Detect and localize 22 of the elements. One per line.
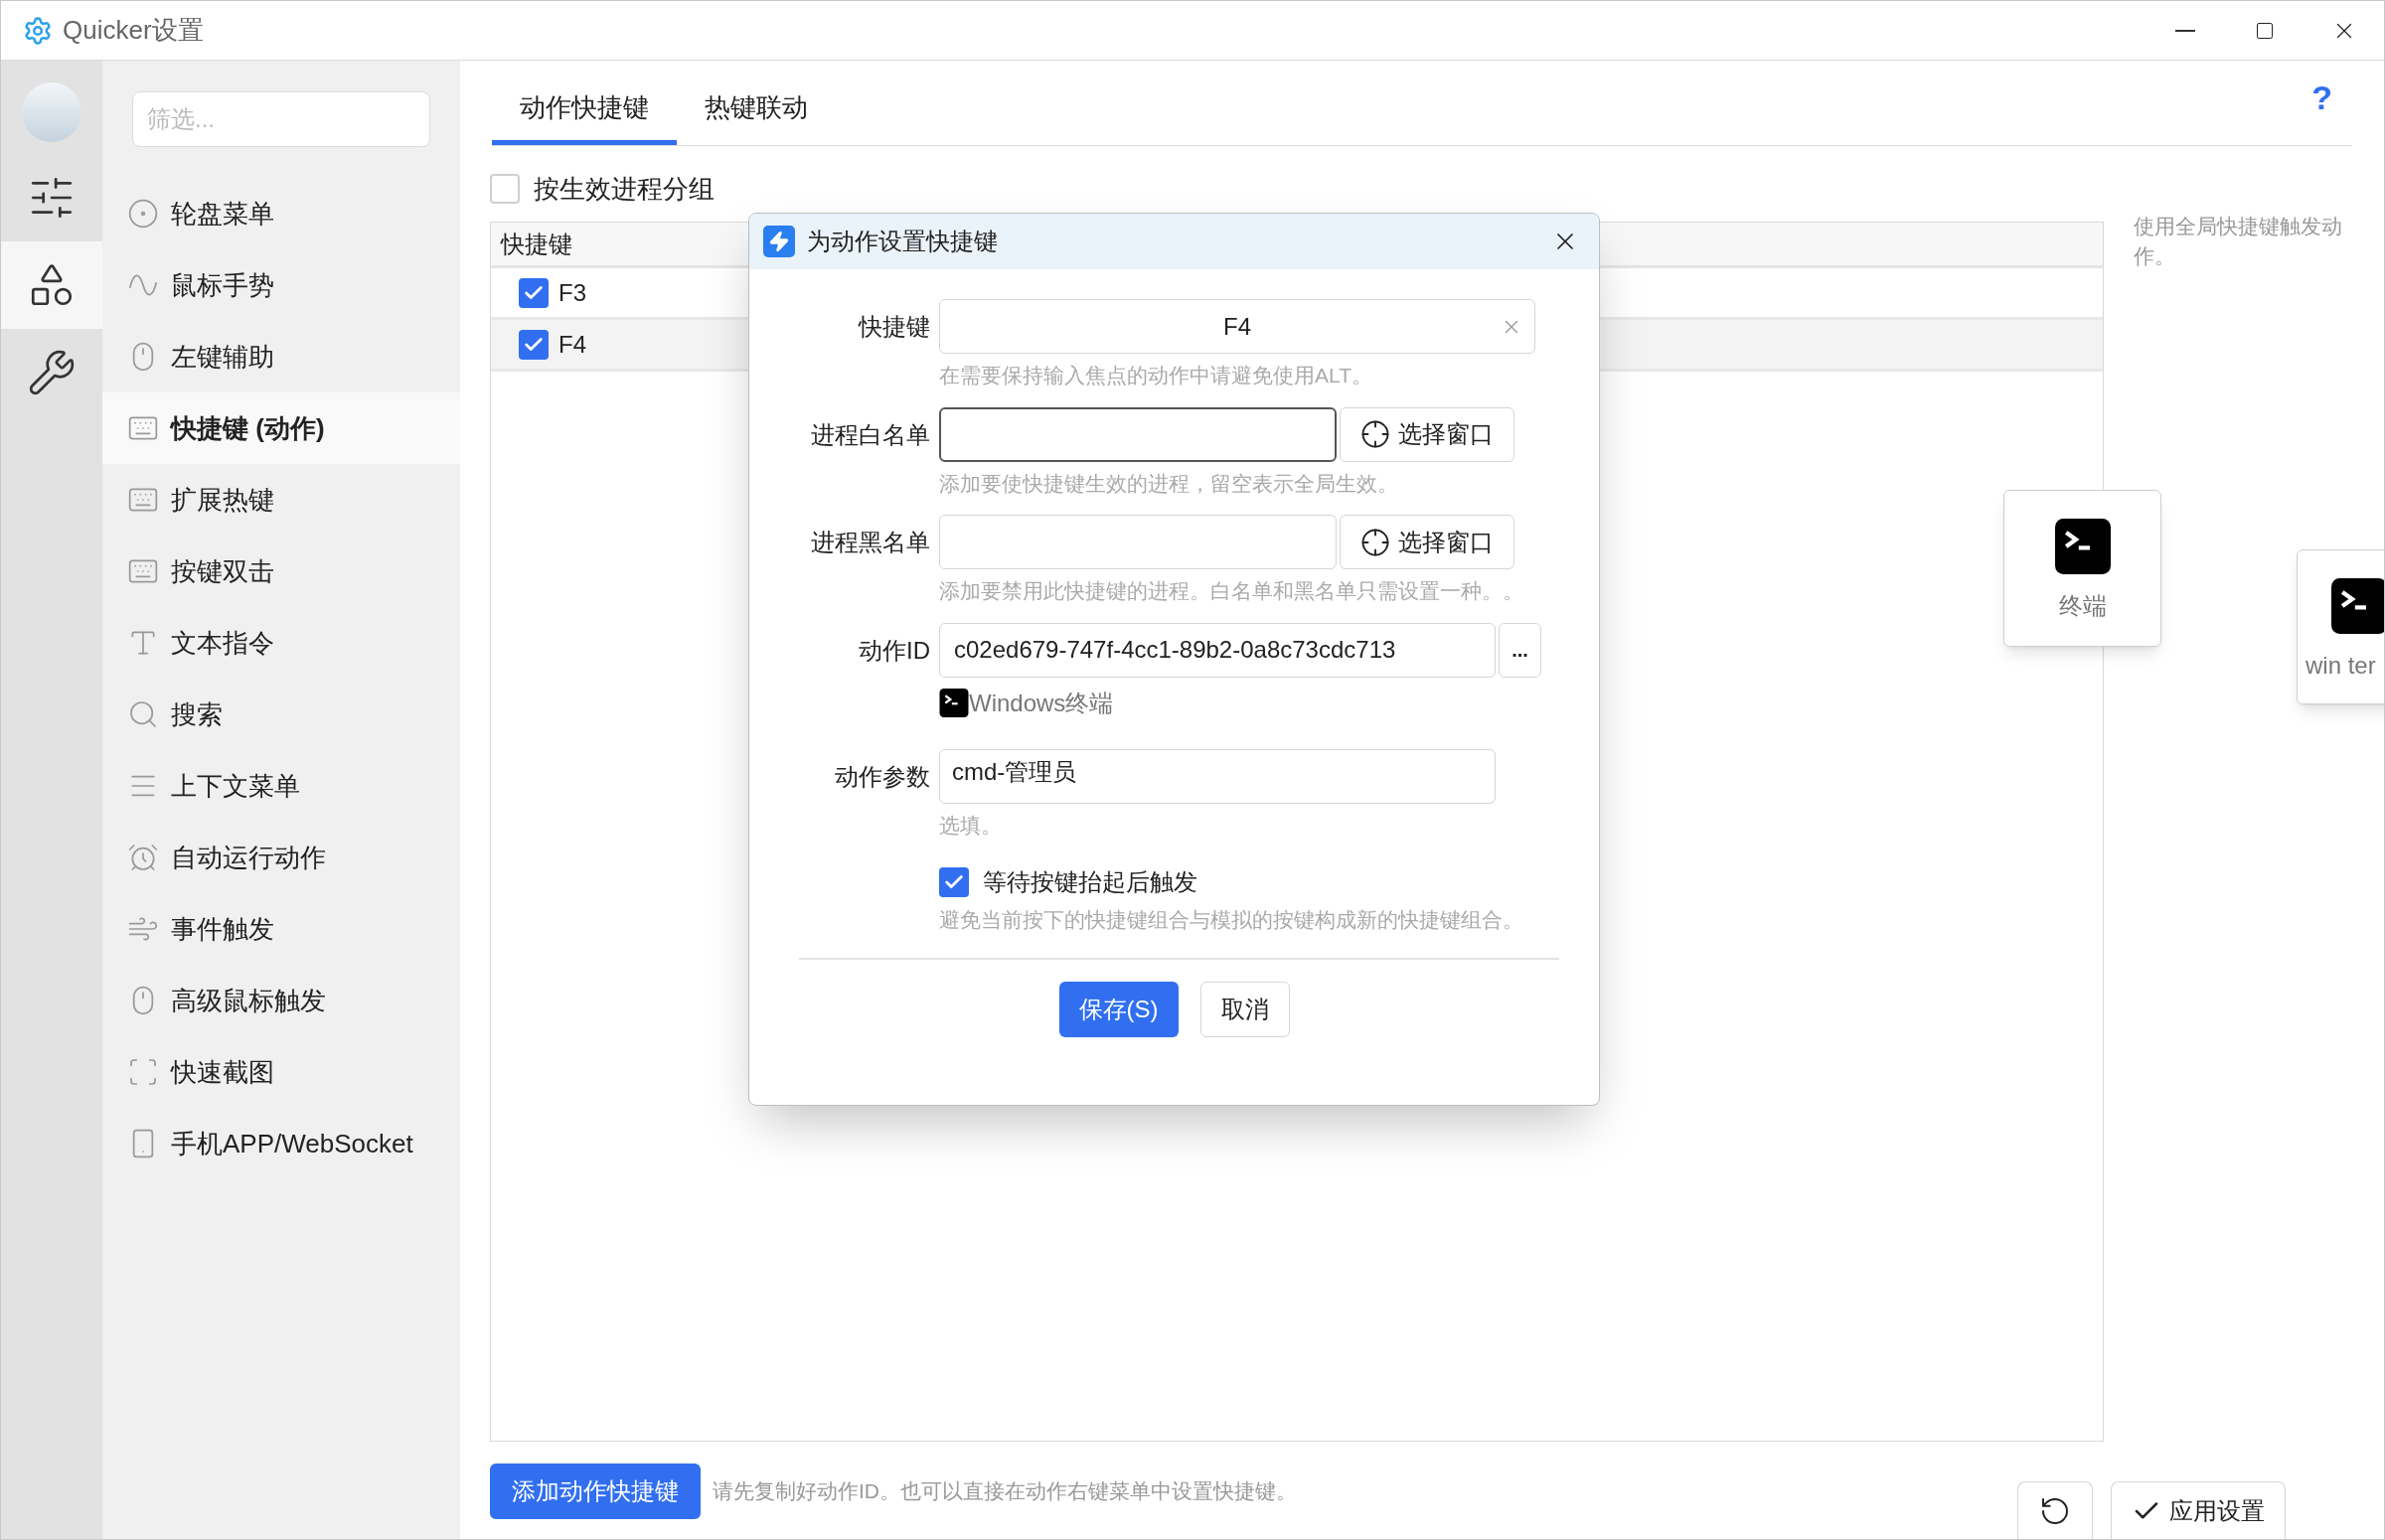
field-hint: 添加要使快捷键生效的进程，留空表示全局生效。 (939, 470, 1399, 497)
shortcut-key: F4 (558, 326, 586, 363)
side-note: 使用全局快捷键触发动作。 (2134, 214, 2343, 269)
dialog-title: 为动作设置快捷键 (807, 227, 998, 256)
action-name: Windows终端 (969, 688, 1114, 718)
field-label: 动作参数 (834, 761, 930, 792)
window-title: Quicker设置 (63, 14, 204, 47)
hint-text: 请先复制好动作ID。也可以直接在动作右键菜单中设置快捷键。 (713, 1478, 1297, 1505)
card-label: win ter (2306, 651, 2376, 681)
checkbox-label: 按生效进程分组 (534, 172, 715, 206)
checkbox-label: 等待按键抬起后触发 (983, 867, 1197, 897)
field-hint: 选填。 (939, 812, 1003, 839)
column-header: 快捷键 (499, 229, 573, 259)
field-hint: 避免当前按下的快捷键组合与模拟的按键构成新的快捷键组合。 (939, 907, 1524, 933)
field-label: 进程白名单 (810, 419, 930, 450)
field-label: 快捷键 (857, 312, 930, 342)
card-label: 终端 (2058, 591, 2107, 621)
field-label: 进程黑名单 (810, 528, 930, 557)
shortcut-key: F3 (558, 274, 586, 311)
field-label: 动作ID (858, 635, 930, 666)
field-hint: 添加要禁用此快捷键的进程。白名单和黑名单只需设置一种。。 (939, 578, 1523, 604)
field-hint: 在需要保持输入焦点的动作中请避免使用ALT。 (939, 363, 1373, 388)
